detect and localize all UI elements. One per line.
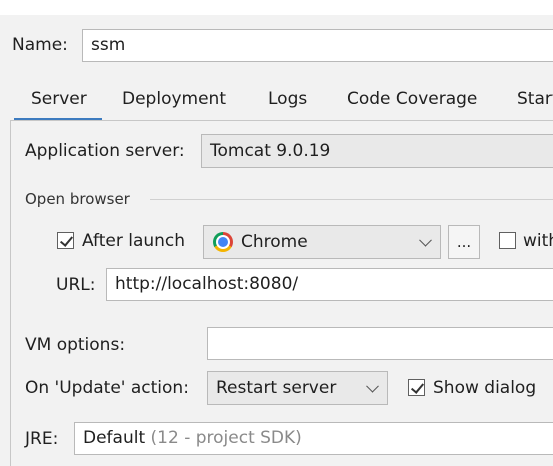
chevron-down-icon [419,233,432,247]
top-strip [0,0,553,15]
update-action-select[interactable]: Restart server [207,371,388,405]
url-label: URL: [56,275,96,295]
jre-input[interactable]: Default (12 - project SDK) [74,422,553,455]
tab-server[interactable]: Server [31,87,87,111]
open-browser-separator [150,199,553,200]
after-launch-checkbox[interactable] [57,232,74,249]
tab-deployment[interactable]: Deployment [122,87,226,111]
with-label: with [523,231,553,251]
jre-label: JRE: [25,429,59,449]
url-input[interactable]: http://localhost:8080/ [106,268,553,301]
update-action-label: On 'Update' action: [25,378,189,398]
check-icon [410,380,425,394]
tab-startup[interactable]: Start [517,87,553,111]
vm-options-input[interactable] [207,327,553,360]
update-action-value: Restart server [216,378,337,398]
name-input[interactable]: ssm [82,29,553,62]
jre-value: Default [83,428,146,448]
chrome-icon [213,232,233,252]
browse-button[interactable]: ... [448,225,480,259]
tab-logs[interactable]: Logs [268,87,307,111]
name-value: ssm [91,35,126,55]
name-label: Name: [12,35,68,55]
with-checkbox[interactable] [499,232,516,249]
app-server-select[interactable]: Tomcat 9.0.19 [201,134,553,168]
app-server-value: Tomcat 9.0.19 [210,141,331,161]
url-value: http://localhost:8080/ [115,274,299,294]
jre-hint: (12 - project SDK) [150,428,302,448]
show-dialog-label: Show dialog [433,378,537,398]
browser-select[interactable]: Chrome [203,225,441,259]
after-launch-label: After launch [82,231,186,251]
browser-value: Chrome [241,232,308,252]
show-dialog-checkbox[interactable] [408,379,425,396]
vm-options-label: VM options: [25,335,126,355]
open-browser-heading: Open browser [25,190,130,208]
chevron-down-icon [366,379,379,393]
app-server-label: Application server: [25,141,185,161]
tab-code-coverage[interactable]: Code Coverage [347,87,477,111]
check-icon [59,233,74,247]
